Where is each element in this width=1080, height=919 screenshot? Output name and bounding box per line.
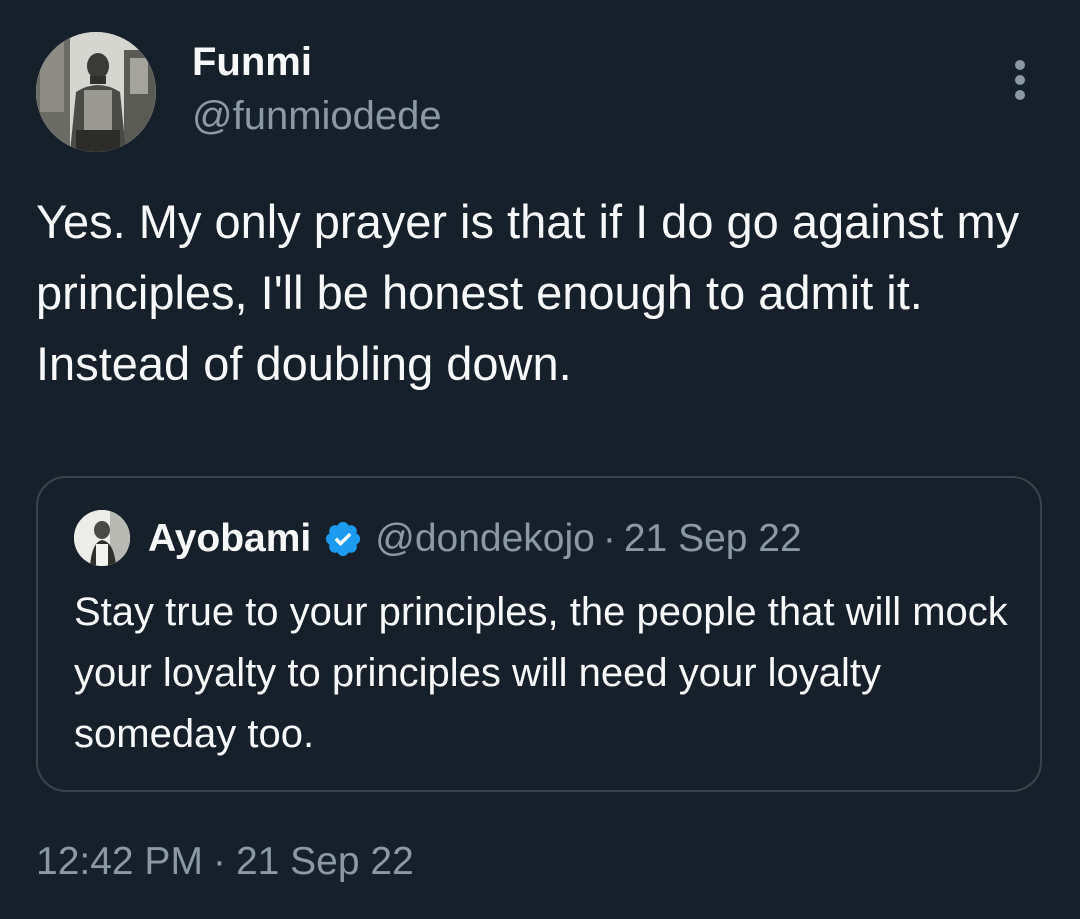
tweet-text: Yes. My only prayer is that if I do go a…	[36, 195, 1020, 390]
tweet-date: 21 Sep 22	[235, 840, 414, 883]
author-display-name[interactable]: Funmi	[192, 38, 312, 86]
quoted-tweet-text: Stay true to your principles, the people…	[74, 590, 1008, 756]
tweet-detail: Funmi @funmiodede Yes. My only prayer is…	[0, 0, 1080, 919]
quoted-tweet-header: Ayobami @dondekojo · 21 Sep 22	[148, 514, 802, 564]
quoted-tweet[interactable]: Ayobami @dondekojo · 21 Sep 22 Stay true…	[36, 476, 1042, 792]
quoted-author-display-name[interactable]: Ayobami	[148, 517, 311, 561]
author-avatar[interactable]	[36, 32, 156, 152]
quoted-header-separator: ·	[602, 517, 616, 560]
quoted-tweet-date[interactable]: 21 Sep 22	[624, 517, 802, 561]
more-vertical-icon[interactable]	[1002, 58, 1038, 104]
author-handle[interactable]: @funmiodede	[192, 92, 442, 140]
tweet-timestamp[interactable]: 12:42 PM · 21 Sep 22	[36, 836, 414, 888]
quoted-author-handle[interactable]: @dondekojo	[375, 517, 595, 561]
author-avatar-photo	[36, 32, 156, 152]
timestamp-separator: ·	[212, 840, 226, 883]
tweet-time: 12:42 PM	[36, 840, 203, 883]
quoted-author-avatar-photo	[74, 510, 130, 566]
verified-badge-icon	[323, 519, 363, 559]
quoted-author-avatar[interactable]	[74, 510, 130, 566]
